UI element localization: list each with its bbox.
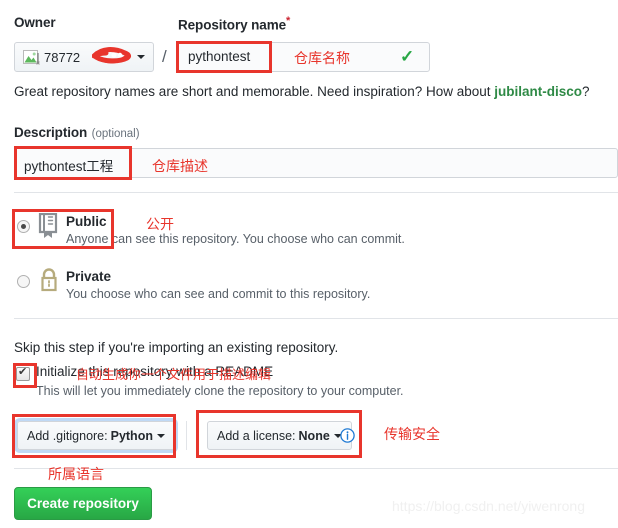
gitignore-prefix: Add .gitignore:: [27, 428, 108, 443]
owner-repo-separator: /: [162, 47, 167, 66]
skip-import-text: Skip this step if you're importing an ex…: [14, 340, 339, 355]
readme-checkbox[interactable]: [16, 365, 30, 381]
repo-book-icon: [38, 212, 58, 239]
gitignore-dropdown[interactable]: Add .gitignore: Python: [17, 421, 175, 450]
description-value: pythontest工程: [24, 159, 114, 174]
public-title: Public: [66, 214, 107, 229]
hint-prefix: Great repository names are short and mem…: [14, 84, 495, 99]
license-dropdown[interactable]: Add a license: None: [207, 421, 352, 450]
watermark: https://blog.csdn.net/yiwenrong: [392, 498, 586, 514]
radio-private[interactable]: [17, 275, 30, 288]
required-marker: *: [286, 15, 291, 27]
annotation-gitignore: 所属语言: [48, 467, 104, 483]
description-label: Description (optional): [14, 124, 140, 142]
dropdown-divider: [186, 421, 187, 450]
repository-name-hint: Great repository names are short and mem…: [14, 84, 590, 99]
lock-icon: [40, 268, 58, 292]
readme-sub-text: This will let you immediately clone the …: [36, 384, 404, 398]
readme-label[interactable]: Initialize this repository with a README: [36, 364, 273, 379]
description-label-text: Description: [14, 125, 88, 140]
gitignore-value: Python: [110, 428, 153, 443]
owner-name: 78772: [44, 49, 81, 65]
owner-label: Owner: [14, 15, 56, 30]
create-repository-form: Owner Repository name* 78772 / pythontes…: [0, 0, 618, 528]
hint-suggestion[interactable]: jubilant-disco: [494, 84, 582, 99]
annotation-license: 传输安全: [384, 427, 440, 443]
chevron-down-icon: [156, 433, 165, 438]
repository-name-label: Repository name*: [178, 15, 290, 33]
hint-suffix: ?: [582, 84, 590, 99]
license-value: None: [298, 428, 330, 443]
private-title: Private: [66, 269, 112, 284]
broken-image-icon: [23, 49, 40, 65]
chevron-down-icon: [137, 55, 145, 59]
divider-2: [14, 318, 618, 319]
owner-dropdown[interactable]: 78772: [14, 42, 154, 72]
license-prefix: Add a license:: [217, 428, 296, 443]
create-repository-button[interactable]: Create repository: [14, 487, 152, 520]
description-optional-text: (optional): [91, 128, 140, 140]
repository-name-value: pythontest: [188, 49, 251, 64]
checkmark-icon: ✓: [400, 47, 415, 66]
annotation-public: 公开: [146, 217, 174, 233]
repository-name-label-text: Repository name: [178, 17, 287, 33]
radio-public[interactable]: [17, 220, 30, 233]
info-circle-icon[interactable]: [340, 428, 355, 443]
public-description: Anyone can see this repository. You choo…: [66, 232, 405, 246]
private-description: You choose who can see and commit to thi…: [66, 287, 371, 301]
divider-1: [14, 192, 618, 193]
divider-3: [14, 468, 618, 469]
